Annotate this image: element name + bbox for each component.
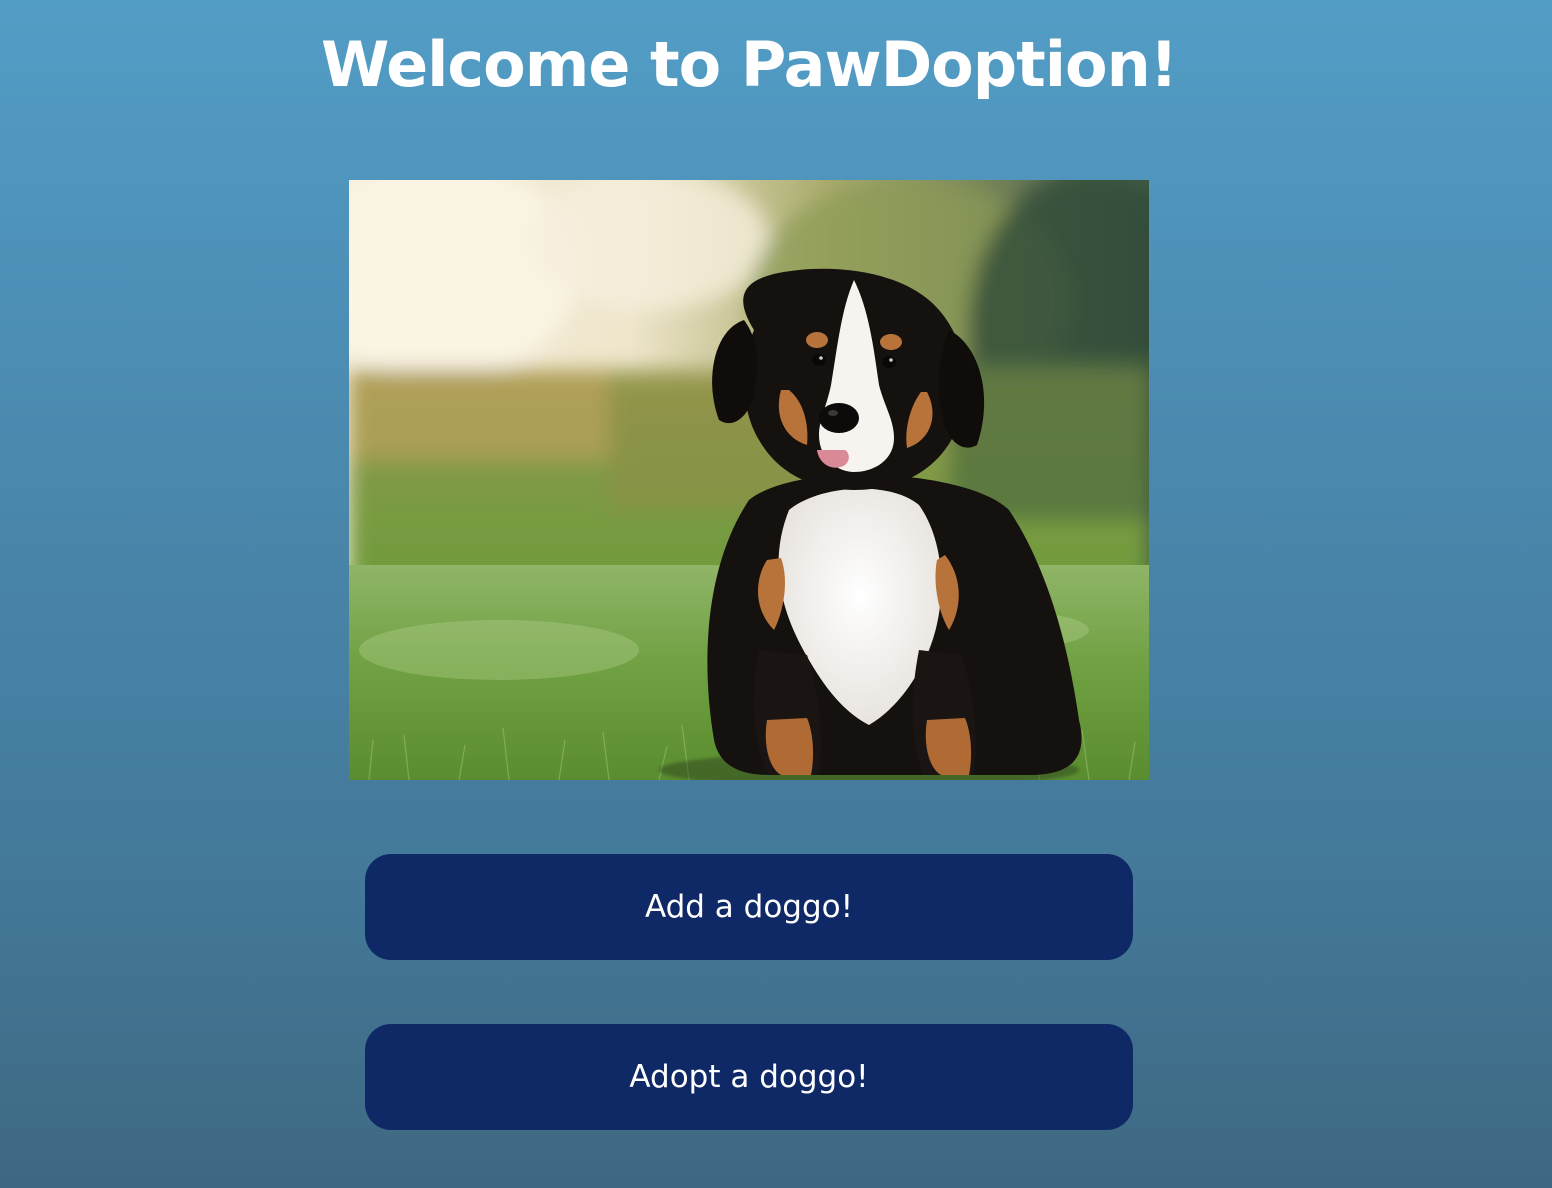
hero-puppy-image — [349, 180, 1149, 780]
page-title: Welcome to PawDoption! — [320, 28, 1178, 101]
adopt-doggo-button[interactable]: Adopt a doggo! — [365, 1024, 1133, 1130]
add-doggo-button[interactable]: Add a doggo! — [365, 854, 1133, 960]
